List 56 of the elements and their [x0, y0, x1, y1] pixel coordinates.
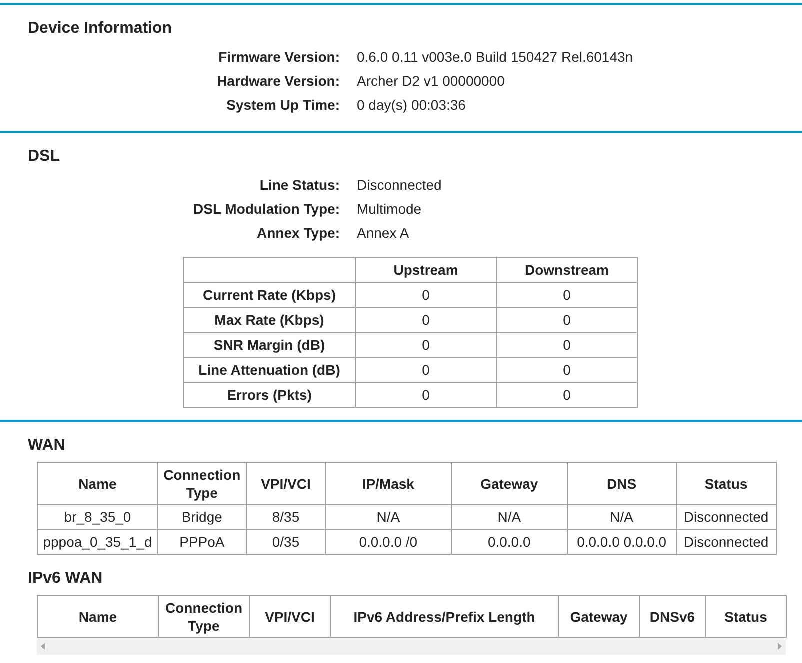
table-cell: Bridge — [158, 504, 246, 530]
column-header: VPI/VCI — [246, 462, 326, 504]
column-header: DNS — [568, 462, 676, 504]
table-cell: 0 — [356, 332, 496, 358]
row-header: Max Rate (Kbps) — [184, 308, 356, 332]
table-cell: 8/35 — [246, 504, 326, 530]
field-label: System Up Time: — [226, 96, 340, 112]
row-header: SNR Margin (dB) — [184, 332, 356, 358]
column-header: Upstream — [356, 258, 496, 282]
table-cell: pppoa_0_35_1_d — [38, 530, 158, 554]
field-value: 0 day(s) 00:03:36 — [357, 96, 466, 115]
row-header: Line Attenuation (dB) — [184, 358, 356, 382]
table-cell: br_8_35_0 — [38, 504, 158, 530]
table-cell: 0/35 — [246, 530, 326, 554]
field-label: Hardware Version: — [217, 72, 340, 88]
column-header: IP/Mask — [326, 462, 452, 504]
table-cell: Disconnected — [676, 504, 776, 530]
table-cell: 0.0.0.0 /0 — [326, 530, 452, 554]
table-cell: 0 — [356, 358, 496, 382]
table-cell: 0 — [496, 382, 638, 408]
table-cell: 0 — [356, 382, 496, 408]
table-cell: Disconnected — [676, 530, 776, 554]
field-value: Disconnected — [357, 176, 442, 194]
column-header: Gateway — [451, 462, 568, 504]
column-header: IPv6 Address/Prefix Length — [330, 596, 558, 638]
table-cell: N/A — [451, 504, 568, 530]
column-header: Name — [38, 462, 158, 504]
field-label: Line Status: — [260, 176, 340, 192]
table-cell: 0.0.0.0 0.0.0.0 — [568, 530, 676, 554]
table-cell: PPPoA — [158, 530, 246, 554]
section-title: IPv6 WAN — [28, 570, 103, 587]
column-header: Name — [38, 596, 158, 638]
table-cell: 0 — [496, 332, 638, 358]
table-cell: N/A — [568, 504, 676, 530]
table-cell: 0 — [356, 308, 496, 332]
table-cell: 0 — [496, 308, 638, 332]
field-label: DSL Modulation Type: — [194, 200, 340, 216]
table-cell: 0.0.0.0 — [451, 530, 568, 554]
table-cell: N/A — [326, 504, 452, 530]
row-header: Current Rate (Kbps) — [184, 282, 356, 308]
column-header: Downstream — [496, 258, 638, 282]
field-value: 0.6.0 0.11 v003e.0 Build 150427 Rel.60143n — [357, 48, 634, 66]
table-cell: 0 — [356, 282, 496, 308]
row-header: Errors (Pkts) — [184, 382, 356, 408]
field-label: Annex Type: — [257, 224, 340, 240]
field-value: Annex A — [357, 224, 410, 242]
field-value: Multimode — [357, 200, 422, 218]
section-title: Device Information — [28, 20, 172, 37]
field-label: Firmware Version: — [218, 48, 340, 64]
table-cell: 0 — [496, 282, 638, 308]
column-header: Status — [676, 462, 776, 504]
section-title: DSL — [28, 148, 60, 165]
section-title: WAN — [28, 437, 66, 454]
table-cell: 0 — [496, 358, 638, 382]
column-header: Connection Type — [158, 462, 246, 504]
field-value: Archer D2 v1 00000000 — [357, 72, 505, 90]
